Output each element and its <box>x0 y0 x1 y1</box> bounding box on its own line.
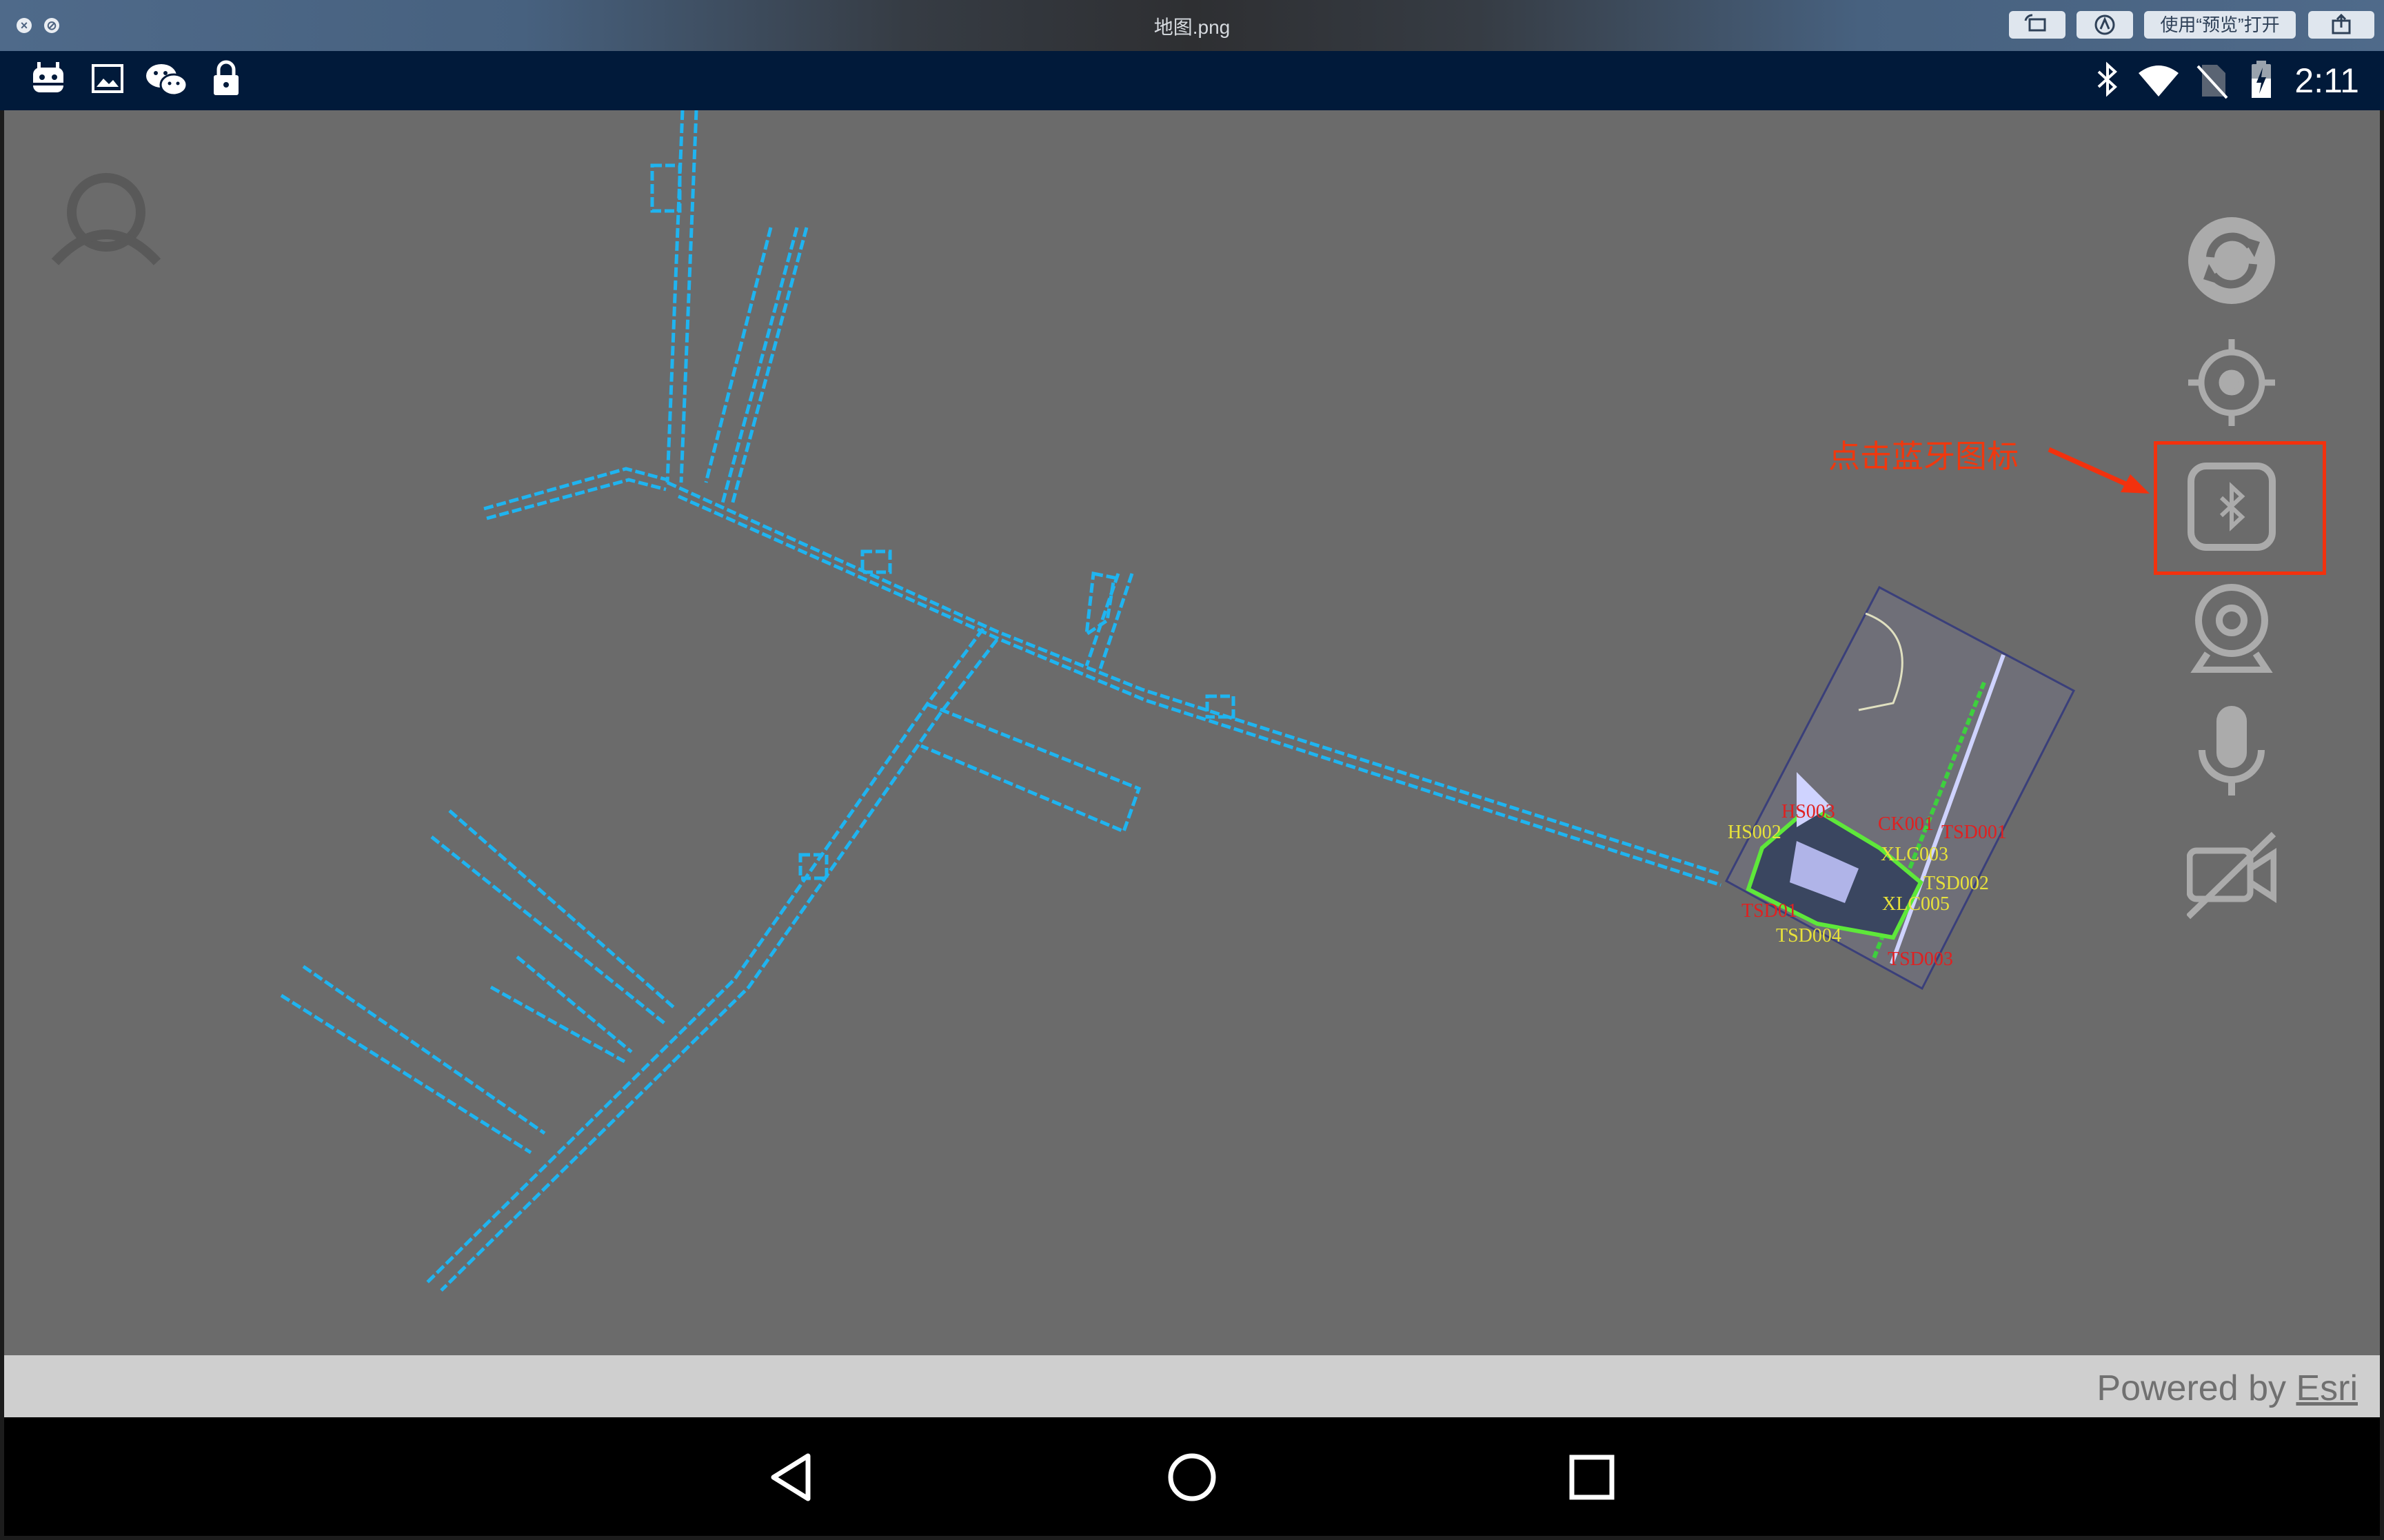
share-icon <box>2332 13 2351 34</box>
locate-icon <box>2188 339 2275 426</box>
share-button[interactable] <box>2308 11 2374 39</box>
video-off-icon <box>2187 831 2276 920</box>
microphone-icon <box>2199 706 2265 796</box>
webcam-button[interactable] <box>2187 583 2276 673</box>
status-clock: 2:11 <box>2294 61 2359 100</box>
wechat-icon <box>146 64 188 97</box>
no-sim-icon <box>2196 65 2228 99</box>
home-button[interactable] <box>1166 1452 1218 1503</box>
map-label: HS002 <box>1728 822 1781 843</box>
refresh-button[interactable] <box>2187 216 2276 305</box>
back-icon <box>771 1453 811 1501</box>
image-icon <box>92 64 123 93</box>
open-with-preview-button[interactable]: 使用“预览”打开 <box>2144 11 2296 39</box>
rotate-icon <box>2024 14 2046 32</box>
map-canvas[interactable]: HS002 HS003 CK001 TSD001 XLC003 TSD002 X… <box>4 110 2380 1355</box>
map-label: TSD004 <box>1776 925 1841 946</box>
map-label: TSD01 <box>1741 900 1797 922</box>
map-label: TSD001 <box>1941 822 2007 843</box>
annotation-arrow <box>2048 447 2150 494</box>
bluetooth-icon <box>2097 61 2117 97</box>
annotation-label: 点击蓝牙图标 <box>1828 438 2019 474</box>
esri-attribution[interactable]: Powered by Esri <box>2097 1368 2358 1409</box>
recents-button[interactable] <box>1568 1453 1616 1501</box>
battery-charging-icon <box>2252 61 2271 98</box>
map-label: CK001 <box>1878 813 1934 835</box>
locate-button[interactable] <box>2187 338 2276 427</box>
map-label: TSD003 <box>1888 949 1953 970</box>
map-label: HS003 <box>1781 801 1835 822</box>
wifi-icon <box>2139 65 2179 97</box>
lock-icon <box>214 60 239 95</box>
video-off-button[interactable] <box>2187 831 2276 921</box>
map-label: TSD002 <box>1923 873 1989 894</box>
webcam-icon <box>2190 584 2273 673</box>
markup-icon <box>2094 14 2115 35</box>
user-avatar-icon[interactable] <box>51 173 161 265</box>
map-label: XLC005 <box>1882 893 1950 915</box>
markup-button[interactable] <box>2077 11 2133 39</box>
attribution-bar <box>4 1355 2380 1417</box>
annotation-highlight-box <box>2154 441 2326 575</box>
android-notification-icon <box>33 62 63 92</box>
status-bar <box>0 51 2384 110</box>
rotate-button[interactable] <box>2009 11 2065 39</box>
home-icon <box>1168 1453 1216 1501</box>
pipeline-network <box>280 110 1721 1292</box>
attribution-prefix: Powered by <box>2097 1368 2296 1408</box>
microphone-button[interactable] <box>2187 706 2276 796</box>
recents-icon <box>1569 1455 1615 1500</box>
esri-link[interactable]: Esri <box>2296 1368 2358 1408</box>
map-label: XLC003 <box>1881 844 1948 865</box>
refresh-icon <box>2188 217 2275 304</box>
back-button[interactable] <box>767 1452 818 1503</box>
